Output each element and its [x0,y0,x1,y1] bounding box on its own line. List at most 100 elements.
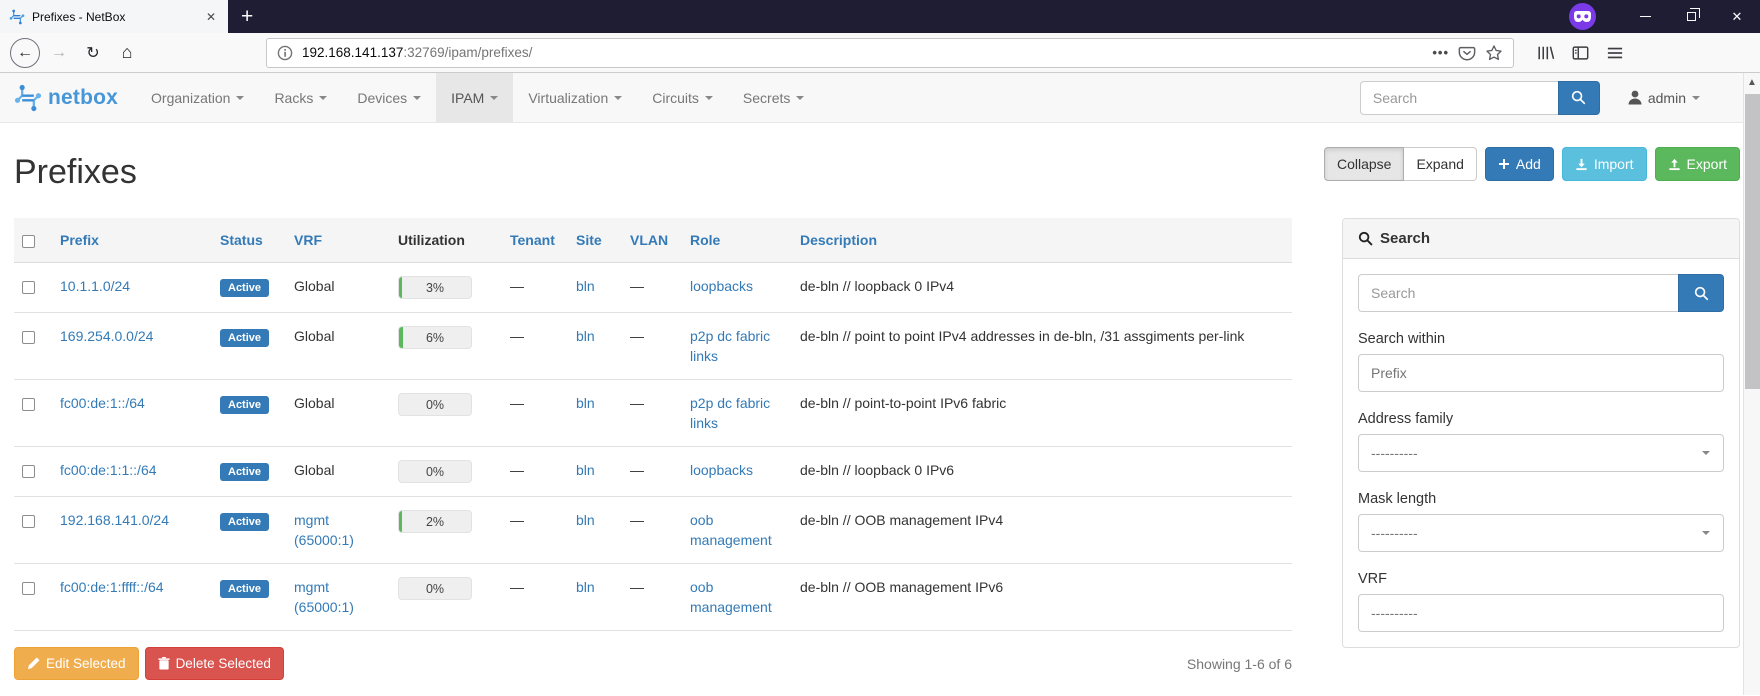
scrollbar-up-arrow[interactable]: ▲ [1744,73,1760,88]
nav-item-virtualization[interactable]: Virtualization [513,73,637,122]
col-header-vlan[interactable]: VLAN [622,218,682,263]
col-header-role[interactable]: Role [682,218,792,263]
col-header-site[interactable]: Site [568,218,622,263]
page-actions-icon[interactable]: ••• [1432,45,1449,60]
vrf-value: Global [294,395,334,411]
prefix-link[interactable]: 10.1.1.0/24 [60,278,130,294]
nav-item-secrets[interactable]: Secrets [728,73,819,122]
role-link[interactable]: oob management [690,579,772,615]
close-window-button[interactable]: ✕ [1714,0,1760,33]
nav-item-circuits[interactable]: Circuits [637,73,728,122]
search-panel: Search Search withinAddress family------… [1342,218,1740,648]
filter-select-vrf[interactable]: ---------- [1358,594,1724,632]
export-button[interactable]: Export [1655,147,1740,181]
sidebar-toggle-icon[interactable] [1571,44,1590,62]
forward-button[interactable]: → [44,38,74,68]
tab-close-icon[interactable]: ✕ [203,10,219,24]
status-badge: Active [220,329,269,347]
add-button[interactable]: Add [1485,147,1554,181]
table-row: fc00:de:1:1::/64ActiveGlobal0%—bln—loopb… [14,447,1292,497]
expand-button[interactable]: Expand [1404,147,1476,181]
row-checkbox[interactable] [22,515,35,528]
description-value: de-bln // point-to-point IPv6 fabric [792,380,1292,447]
minimize-button[interactable] [1622,0,1668,33]
vrf-value: Global [294,328,334,344]
row-checkbox[interactable] [22,331,35,344]
filter-input-search-within[interactable] [1358,354,1724,392]
netbox-brand[interactable]: netbox [14,73,118,122]
col-header-status[interactable]: Status [212,218,286,263]
col-header-vrf[interactable]: VRF [286,218,390,263]
browser-tab[interactable]: Prefixes - NetBox ✕ [0,0,228,33]
filter-input-field-search-within[interactable] [1371,365,1711,381]
site-link[interactable]: bln [576,462,595,478]
prefix-link[interactable]: fc00:de:1:1::/64 [60,462,157,478]
sidebar-search-button[interactable] [1678,274,1724,312]
page-scrollbar[interactable]: ▲ [1743,73,1760,695]
pocket-icon[interactable] [1458,44,1476,62]
role-link[interactable]: oob management [690,512,772,548]
tenant-value: — [510,579,524,595]
username: admin [1648,90,1686,106]
col-header-description[interactable]: Description [792,218,1292,263]
description-value: de-bln // OOB management IPv6 [792,564,1292,631]
table-row: 192.168.141.0/24Activemgmt (65000:1)2%—b… [14,497,1292,564]
home-button[interactable]: ⌂ [112,38,142,68]
tenant-value: — [510,462,524,478]
tenant-value: — [510,395,524,411]
restore-window-button[interactable] [1668,0,1714,33]
site-info-icon[interactable] [277,45,293,61]
nav-item-organization[interactable]: Organization [136,73,259,122]
delete-selected-button[interactable]: Delete Selected [145,647,284,680]
browser-tab-bar: Prefixes - NetBox ✕ + ✕ [0,0,1760,33]
pencil-icon [27,657,40,670]
navbar-search-button[interactable] [1558,81,1600,115]
sidebar-search-input[interactable] [1358,274,1678,312]
hamburger-menu-icon[interactable] [1606,45,1624,61]
collapse-expand-group: Collapse Expand [1324,147,1477,181]
url-bar[interactable]: 192.168.141.137:32769/ipam/prefixes/ ••• [266,38,1514,68]
row-checkbox[interactable] [22,465,35,478]
nav-item-devices[interactable]: Devices [342,73,436,122]
role-link[interactable]: loopbacks [690,278,753,294]
prefix-link[interactable]: 192.168.141.0/24 [60,512,169,528]
prefix-link[interactable]: fc00:de:1::/64 [60,395,145,411]
user-menu[interactable]: admin [1628,90,1700,106]
nav-item-ipam[interactable]: IPAM [436,73,513,122]
import-button[interactable]: Import [1562,147,1647,181]
select-all-checkbox[interactable] [22,235,35,248]
site-link[interactable]: bln [576,328,595,344]
row-checkbox[interactable] [22,398,35,411]
vrf-link[interactable]: mgmt (65000:1) [294,512,354,548]
row-checkbox[interactable] [22,582,35,595]
role-link[interactable]: p2p dc fabric links [690,395,770,431]
download-icon [1575,158,1588,171]
filter-select-address-family[interactable]: ---------- [1358,434,1724,472]
library-icon[interactable] [1536,44,1555,62]
reload-button[interactable]: ↻ [78,38,108,68]
vrf-link[interactable]: mgmt (65000:1) [294,579,354,615]
role-link[interactable]: loopbacks [690,462,753,478]
filter-select-mask-length[interactable]: ---------- [1358,514,1724,552]
site-link[interactable]: bln [576,278,595,294]
navbar-search-input[interactable] [1360,81,1558,115]
utilization-value: 0% [399,394,471,415]
role-link[interactable]: p2p dc fabric links [690,328,770,364]
col-header-prefix[interactable]: Prefix [52,218,212,263]
site-link[interactable]: bln [576,512,595,528]
prefix-link[interactable]: 169.254.0.0/24 [60,328,153,344]
collapse-button[interactable]: Collapse [1324,147,1404,181]
prefix-link[interactable]: fc00:de:1:ffff::/64 [60,579,164,595]
edit-selected-button[interactable]: Edit Selected [14,647,139,680]
scrollbar-thumb[interactable] [1745,94,1760,389]
site-link[interactable]: bln [576,579,595,595]
new-tab-button[interactable]: + [228,0,266,33]
back-button[interactable]: ← [10,38,40,68]
tenant-value: — [510,512,524,528]
col-header-tenant[interactable]: Tenant [502,218,568,263]
site-link[interactable]: bln [576,395,595,411]
bookmark-star-icon[interactable] [1485,44,1503,62]
status-badge: Active [220,396,269,414]
row-checkbox[interactable] [22,281,35,294]
nav-item-racks[interactable]: Racks [259,73,342,122]
